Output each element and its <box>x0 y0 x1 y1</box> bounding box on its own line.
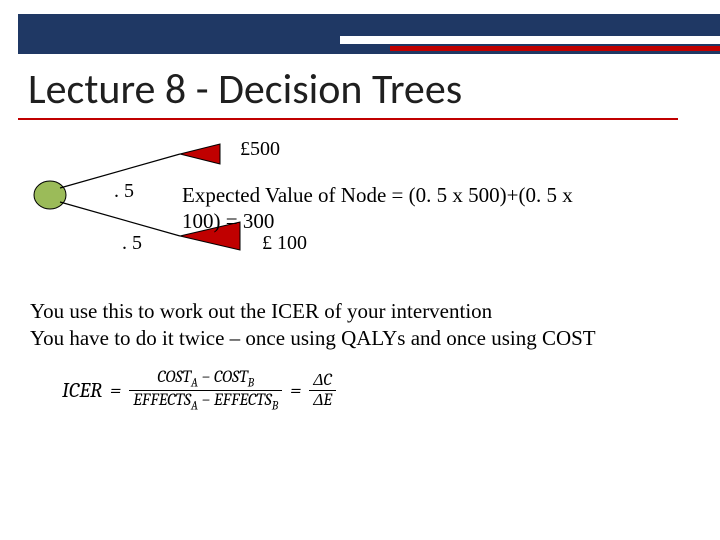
probability-bottom: . 5 <box>122 232 142 255</box>
probability-top: . 5 <box>114 180 134 203</box>
body-line-2: You have to do it twice – once using QAL… <box>30 325 596 352</box>
outcome-top-value: £500 <box>240 138 280 161</box>
header-red-stripe <box>390 46 720 51</box>
outcome-bottom-value: £ 100 <box>262 232 307 255</box>
header-white-stripe <box>340 36 720 44</box>
body-line-1: You use this to work out the ICER of you… <box>30 298 596 325</box>
slide-title: Lecture 8 - Decision Trees <box>28 64 462 115</box>
body-text: You use this to work out the ICER of you… <box>30 298 596 353</box>
equals-sign: = <box>110 379 121 403</box>
title-underline <box>18 118 678 120</box>
fraction-delta: ΔC ΔE <box>309 371 336 411</box>
fraction-costs-effects: COSTA − COSTB EFFECTSA − EFFECTSB <box>129 368 282 413</box>
icer-formula: ICER = COSTA − COSTB EFFECTSA − EFFECTSB… <box>62 368 336 413</box>
formula-lhs: ICER <box>62 379 102 403</box>
expected-value-text: Expected Value of Node = (0. 5 x 500)+(0… <box>182 182 602 235</box>
equals-sign-2: = <box>290 379 301 403</box>
